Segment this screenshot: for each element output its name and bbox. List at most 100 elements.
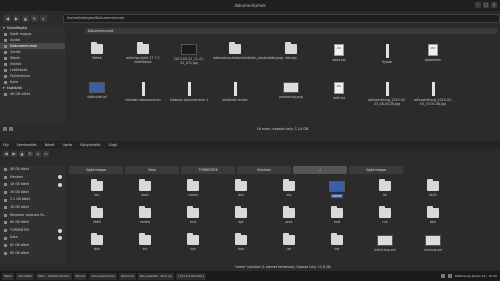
forward-icon[interactable]: ▶ xyxy=(12,14,20,22)
tab-torrentek[interactable]: TORRENTEK xyxy=(181,166,235,174)
taskbar-menu-button[interactable]: Menü xyxy=(2,272,15,280)
eject-icon[interactable] xyxy=(58,236,62,241)
folder-item[interactable]: bin xyxy=(75,179,119,197)
taskbar-item[interactable]: [ [0] 3.0 Monitor] xyxy=(176,272,206,280)
taskbar-item[interactable]: Mihu - Mozilla Firefox xyxy=(36,272,72,280)
up-icon[interactable]: ▲ xyxy=(19,151,25,157)
network-icon[interactable] xyxy=(440,274,445,278)
menu-view[interactable]: Nézet xyxy=(45,141,55,149)
path-tab[interactable]: Dokumentumok xyxy=(85,28,497,34)
location-bar[interactable]: /home/kbergier/Dokumentumok xyxy=(62,13,500,23)
file-item[interactable]: ABC gépetmen xyxy=(411,44,455,62)
file-item[interactable]: adiLavtrthusg_2015-02-03_16-05-08.jpg xyxy=(365,82,409,106)
file-item[interactable]: hibtalan dokumentum xyxy=(121,82,165,102)
sidebar-item-volume[interactable]: 16 GB kötet xyxy=(0,181,65,189)
back-icon[interactable]: ◀ xyxy=(4,14,11,22)
file-item[interactable]: ABC dena.txt xyxy=(317,44,361,62)
file-item[interactable]: Betek xyxy=(75,42,119,60)
eject-icon[interactable] xyxy=(58,228,62,233)
file-item[interactable]: adtovaturoutlokszámlátrók_cipsbalbillo.j… xyxy=(213,42,283,60)
folder-item[interactable]: var xyxy=(315,233,359,251)
tab-data[interactable]: Data xyxy=(125,166,179,174)
folder-item[interactable]: lib32 xyxy=(411,179,455,197)
tab-root[interactable]: / xyxy=(293,166,347,174)
folder-item[interactable]: tmp xyxy=(219,233,263,251)
sidebar-item-volume[interactable]: Mentem xyxy=(0,174,65,182)
sidebar-item-volume[interactable]: 80 GB kötet xyxy=(0,219,65,227)
file-item[interactable]: denvtg xyxy=(269,42,313,60)
forward-icon[interactable]: ▶ xyxy=(11,151,17,157)
menu-go[interactable]: Ugrás xyxy=(63,141,73,149)
folder-item[interactable]: root xyxy=(315,206,359,224)
folder-item[interactable]: lib64 xyxy=(75,206,119,224)
close-icon[interactable]: × xyxy=(491,2,497,8)
back-icon[interactable]: ◀ xyxy=(3,151,9,157)
tree-view-icon[interactable] xyxy=(9,127,13,131)
folder-item-selected[interactable]: home xyxy=(315,181,359,198)
menu-file[interactable]: Fájl xyxy=(3,141,9,149)
file-item[interactable]: vmlinuz.old xyxy=(411,235,455,252)
folder-item[interactable]: cdrom xyxy=(171,179,215,197)
file-item[interactable]: adiLavtrthusg_2015-02-03_19-31-08.jpg xyxy=(411,82,455,106)
sidebar-item-volume[interactable]: Data xyxy=(0,234,65,242)
file-item[interactable]: adlevlgs blaVl 17 1 C beállítások xyxy=(121,42,165,64)
add-icon[interactable] xyxy=(3,127,7,131)
sidebar-item-volume[interactable]: Rendszer számára fe... xyxy=(0,212,65,220)
folder-item[interactable]: sys xyxy=(171,233,215,251)
menu-bookmarks[interactable]: Könyvjelzők xyxy=(80,141,100,149)
file-item[interactable]: protecting.png xyxy=(269,82,313,99)
maximize-icon[interactable]: □ xyxy=(483,2,489,8)
file-item[interactable]: okiAmelt rentes xyxy=(213,82,257,102)
eject-icon[interactable] xyxy=(58,182,62,187)
folder-item[interactable]: proc xyxy=(267,206,311,224)
folder-item[interactable]: usr xyxy=(267,233,311,251)
reload-icon[interactable]: ↻ xyxy=(27,151,33,157)
home-icon[interactable]: ⌂ xyxy=(39,14,47,22)
menu-help[interactable]: Súgó xyxy=(108,141,117,149)
sidebar-item-volume[interactable]: 16 GB kötet xyxy=(0,204,65,212)
folder-item[interactable]: run xyxy=(363,206,407,224)
folder-item[interactable]: dev xyxy=(219,179,263,197)
sidebar-item-volume[interactable]: 48 GB kötet xyxy=(0,166,65,174)
eject-icon[interactable] xyxy=(58,175,62,180)
file-item[interactable]: initrd.img.old xyxy=(363,235,407,252)
tab-home[interactable]: Saját mappa xyxy=(69,166,123,174)
tab-munkam[interactable]: Munkám xyxy=(237,166,291,174)
home-icon[interactable]: ⌂ xyxy=(35,151,41,157)
file-item[interactable]: ABC isdlt.txt xyxy=(317,82,361,100)
sidebar-item-volume[interactable]: TORRENTEK xyxy=(0,227,65,235)
folder-item[interactable]: boot xyxy=(123,179,167,197)
volume-icon[interactable] xyxy=(447,274,452,278)
taskbar-item[interactable]: /Munkám xyxy=(16,272,35,280)
sidebar-item-volume[interactable]: 62 GB kötet xyxy=(0,242,65,250)
file-item[interactable]: Vatikuliet.ixf xyxy=(75,82,119,99)
up-icon[interactable]: ▲ xyxy=(21,14,29,22)
file-item[interactable]: hibtalan dokumentum 2 xyxy=(167,82,211,102)
menu-edit[interactable]: Szerkesztés xyxy=(17,141,37,149)
folder-item[interactable]: etc xyxy=(267,179,311,197)
file-item[interactable]: Sypob xyxy=(365,44,409,64)
sidebar-item-trash[interactable]: Kuka xyxy=(0,79,65,85)
sidebar-item-volume[interactable]: 48 GB kötet xyxy=(0,91,65,97)
folder-item[interactable]: mnt xyxy=(171,206,215,224)
chevron-down-icon[interactable]: ▾ xyxy=(3,86,5,90)
chevron-down-icon[interactable]: ▾ xyxy=(3,26,5,30)
minimize-icon[interactable]: – xyxy=(475,2,481,8)
taskbar-item[interactable]: Könyvjelzők - Xfce (2) xyxy=(137,272,175,280)
sidebar-item-volume[interactable]: 2.1 GB kötet xyxy=(0,196,65,204)
taskbar-item[interactable]: dokumentumok xyxy=(89,272,117,280)
reload-icon[interactable]: ↻ xyxy=(30,14,38,22)
taskbar-item[interactable]: Terminál xyxy=(118,272,136,280)
folder-item[interactable]: sbin xyxy=(75,233,119,251)
sidebar-item-volume[interactable]: 80 GB kötet xyxy=(0,250,65,258)
computer-icon[interactable]: ▭ xyxy=(43,151,49,157)
folder-item[interactable]: sbin xyxy=(411,206,455,224)
file-item[interactable]: 2013-05-31_11-47-22_471.jpg xyxy=(167,44,211,65)
folder-item[interactable]: lib xyxy=(363,179,407,197)
taskbar-item[interactable]: Minion xyxy=(73,272,88,280)
clock[interactable]: Hétköznap április 15., 16:45 xyxy=(455,274,497,278)
folder-item[interactable]: media xyxy=(123,206,167,224)
folder-item[interactable]: opt xyxy=(219,206,263,224)
tab-home-2[interactable]: Saját mappa xyxy=(349,166,403,174)
sidebar-item-volume[interactable]: 16 GB kötet xyxy=(0,189,65,197)
